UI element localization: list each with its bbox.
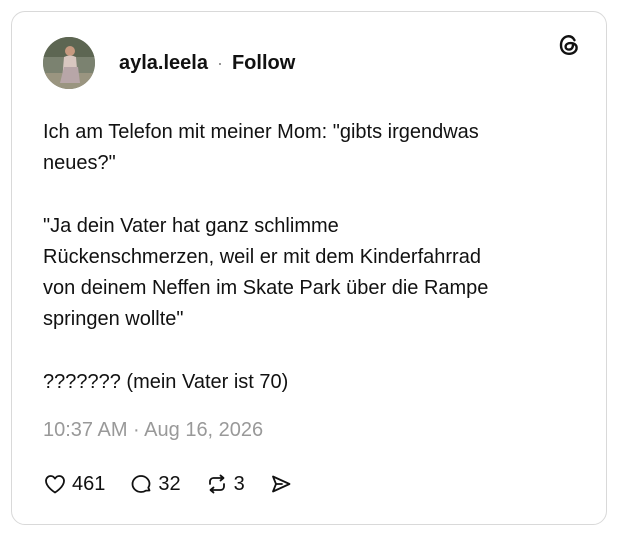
- speech-bubble-icon: [131, 475, 151, 493]
- post-text: Ich am Telefon mit meiner Mom: "gibts ir…: [43, 117, 583, 398]
- reply-count: 32: [158, 472, 181, 495]
- heart-icon: [45, 475, 65, 494]
- share-button[interactable]: [269, 472, 293, 496]
- like-button[interactable]: 461: [43, 472, 105, 496]
- post-card: ayla.leela · Follow Ich am Telefon mit m…: [11, 11, 607, 525]
- post-line: "Ja dein Vater hat ganz schlimme: [43, 215, 339, 237]
- post-header: ayla.leela · Follow: [43, 37, 295, 89]
- repost-icon: [208, 474, 225, 494]
- timestamp[interactable]: 10:37 AM · Aug 16, 2026: [43, 419, 263, 442]
- post-line: neues?": [43, 152, 116, 174]
- post-line: springen wollte": [43, 308, 184, 330]
- follow-button[interactable]: Follow: [232, 52, 295, 75]
- separator-dot: ·: [216, 52, 223, 73]
- post-line: von deinem Neffen im Skate Park über die…: [43, 277, 489, 299]
- repost-button[interactable]: 3: [205, 472, 245, 496]
- send-icon: [271, 475, 291, 493]
- like-count: 461: [72, 472, 106, 495]
- post-line: ??????? (mein Vater ist 70): [43, 371, 289, 393]
- avatar[interactable]: [43, 37, 95, 89]
- action-bar: 461 32 3: [43, 469, 317, 499]
- post-line: Rückenschmerzen, weil er mit dem Kinderf…: [43, 246, 481, 268]
- repost-count: 3: [233, 472, 245, 495]
- post-line: Ich am Telefon mit meiner Mom: "gibts ir…: [43, 121, 479, 143]
- username[interactable]: ayla.leela: [119, 52, 208, 75]
- reply-button[interactable]: 32: [129, 472, 181, 496]
- threads-logo-icon[interactable]: [556, 32, 582, 58]
